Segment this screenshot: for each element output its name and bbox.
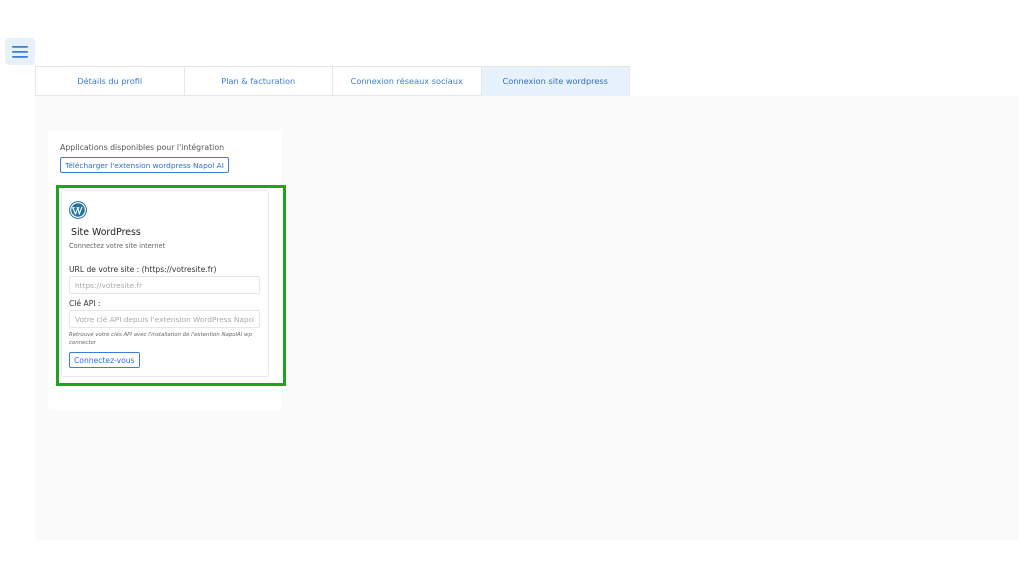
- wordpress-icon: [69, 201, 87, 219]
- tab-social-connections[interactable]: Connexion réseaux sociaux: [333, 67, 482, 96]
- api-key-input[interactable]: [69, 310, 260, 328]
- api-key-hint: Retrouvé votre clés API avec l'installat…: [69, 332, 252, 346]
- card-subtitle: Connectez votre site internet: [69, 242, 166, 250]
- hamburger-menu-button[interactable]: [5, 38, 35, 65]
- settings-tabs: Détails du profil Plan & facturation Con…: [35, 66, 630, 96]
- connect-button[interactable]: Connectez-vous: [69, 352, 140, 368]
- site-url-input[interactable]: [69, 276, 260, 294]
- tab-wordpress-connection[interactable]: Connexion site wordpress: [481, 67, 630, 96]
- site-url-label: URL de votre site : (https://votresite.f…: [69, 265, 217, 274]
- integrations-title: Applications disponibles pour l'intégrat…: [60, 143, 225, 152]
- hamburger-menu-icon: [12, 45, 28, 58]
- tab-plan-billing[interactable]: Plan & facturation: [184, 67, 333, 96]
- card-title: Site WordPress: [71, 227, 141, 238]
- tab-profile-details[interactable]: Détails du profil: [36, 67, 185, 96]
- api-key-label: Clé API :: [69, 299, 101, 308]
- wordpress-card: Site WordPress Connectez votre site inte…: [61, 190, 269, 377]
- download-extension-button[interactable]: Télécharger l'extension wordpress Napol …: [60, 157, 229, 173]
